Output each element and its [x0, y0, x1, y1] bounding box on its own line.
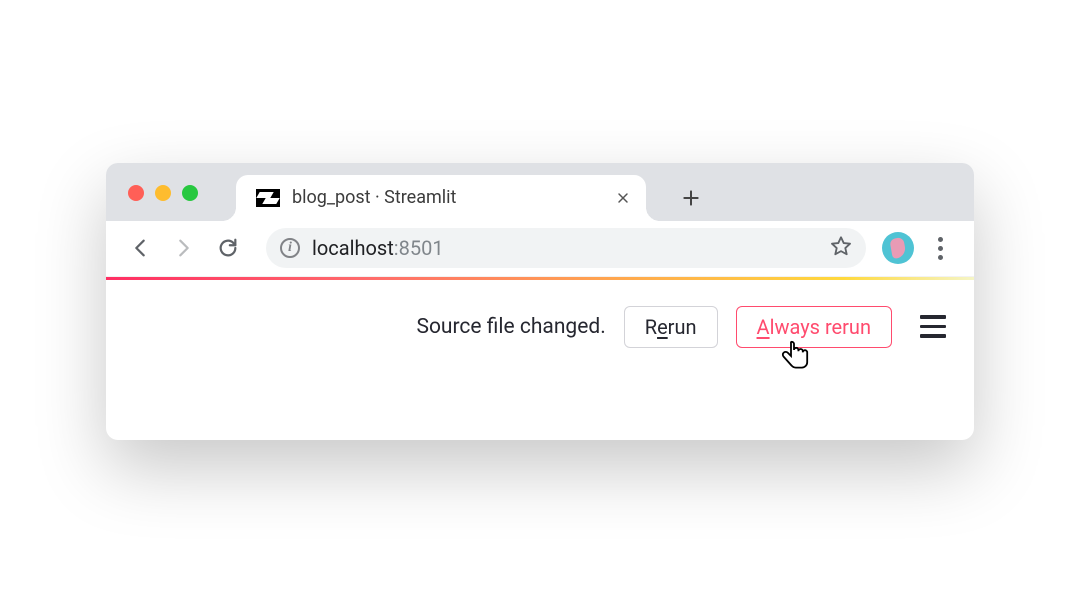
profile-avatar[interactable] [882, 232, 914, 264]
rerun-label-pre: R [645, 315, 657, 339]
url-text: localhost:8501 [312, 236, 818, 260]
back-button[interactable] [122, 230, 158, 266]
minimize-window-button[interactable] [155, 185, 171, 201]
browser-menu-button[interactable] [922, 237, 958, 260]
rerun-button[interactable]: Rerun [624, 306, 718, 348]
url-port: :8501 [394, 236, 444, 260]
browser-window: blog_post · Streamlit localhost:8501 [106, 163, 974, 440]
address-bar[interactable]: localhost:8501 [266, 228, 866, 268]
app-content: Source file changed. Rerun Always rerun [106, 280, 974, 440]
browser-tab[interactable]: blog_post · Streamlit [236, 175, 646, 221]
always-rerun-label-post: lways rerun [770, 315, 871, 339]
status-message: Source file changed. [416, 315, 605, 339]
url-host: localhost [312, 236, 394, 260]
rerun-label-key: e [657, 315, 668, 339]
window-controls [128, 185, 198, 201]
forward-button[interactable] [166, 230, 202, 266]
source-changed-toolbar: Source file changed. Rerun Always rerun [134, 306, 946, 348]
new-tab-button[interactable] [676, 183, 706, 213]
rerun-label-post: run [668, 315, 697, 339]
reload-button[interactable] [210, 230, 246, 266]
app-menu-button[interactable] [920, 315, 946, 338]
site-info-icon[interactable] [280, 238, 300, 258]
bookmark-star-icon[interactable] [830, 235, 852, 261]
always-rerun-button[interactable]: Always rerun [736, 306, 892, 348]
close-tab-button[interactable] [614, 189, 632, 207]
streamlit-favicon-icon [256, 189, 280, 207]
maximize-window-button[interactable] [182, 185, 198, 201]
tab-bar: blog_post · Streamlit [106, 163, 974, 221]
tab-title: blog_post · Streamlit [292, 187, 602, 208]
browser-toolbar: localhost:8501 [106, 221, 974, 277]
always-rerun-label-key: A [757, 315, 770, 339]
close-window-button[interactable] [128, 185, 144, 201]
